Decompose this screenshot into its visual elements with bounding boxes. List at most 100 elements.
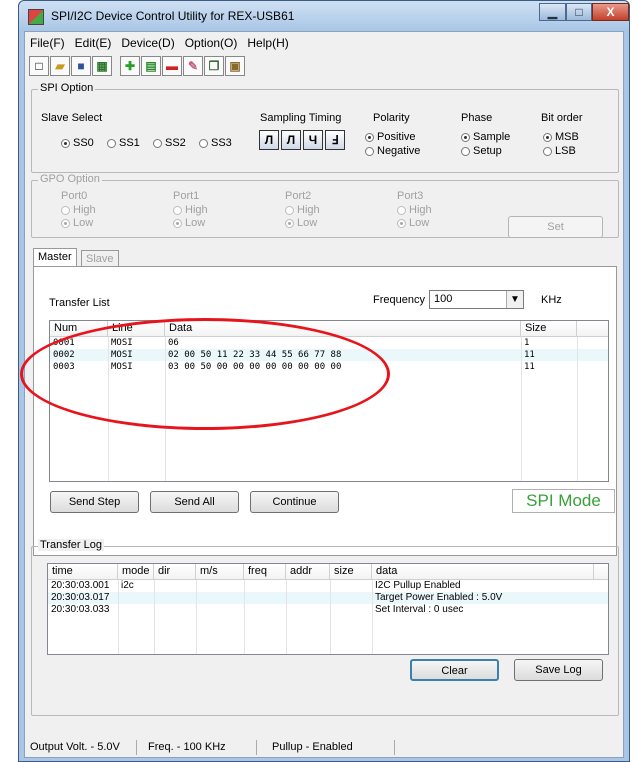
radio-ss1[interactable] bbox=[107, 139, 116, 148]
radio-sample[interactable] bbox=[461, 133, 470, 142]
paste-icon[interactable]: ▣ bbox=[225, 56, 245, 76]
remove-icon[interactable]: ▬ bbox=[162, 56, 182, 76]
close-button[interactable]: X bbox=[592, 3, 629, 21]
ss3-label: SS3 bbox=[211, 137, 232, 149]
log-col-empty bbox=[594, 564, 608, 580]
positive-label: Positive bbox=[377, 131, 416, 143]
radio-ss3[interactable] bbox=[199, 139, 208, 148]
port3-label: Port3 bbox=[397, 190, 424, 202]
transfer-log-list[interactable]: time mode dir m/s freq addr size data 20… bbox=[47, 563, 609, 655]
port0-low-label: Low bbox=[73, 217, 94, 229]
polarity-label: Polarity bbox=[373, 112, 410, 124]
sampling-fall-button[interactable]: Ч bbox=[303, 130, 323, 150]
cell-num: 0001 bbox=[53, 338, 75, 348]
radio-port0-low[interactable] bbox=[61, 219, 70, 228]
sample-label: Sample bbox=[473, 131, 511, 143]
radio-port2-low[interactable] bbox=[285, 219, 294, 228]
log-col-data[interactable]: data bbox=[372, 564, 594, 580]
radio-port2-high[interactable] bbox=[285, 206, 294, 215]
msb-label: MSB bbox=[555, 131, 579, 143]
log-row[interactable]: 20:30:03.001 i2c I2C Pullup Enabled bbox=[48, 580, 608, 592]
col-line[interactable]: Line bbox=[108, 321, 165, 337]
radio-ss2[interactable] bbox=[153, 139, 162, 148]
radio-port3-low[interactable] bbox=[397, 219, 406, 228]
port0-high-label: High bbox=[73, 204, 96, 216]
slave-select-label: Slave Select bbox=[41, 112, 103, 124]
transfer-list-label: Transfer List bbox=[49, 297, 110, 309]
cell-size: 11 bbox=[524, 350, 535, 360]
log-col-freq[interactable]: freq bbox=[244, 564, 286, 580]
radio-positive[interactable] bbox=[365, 133, 374, 142]
table-row[interactable]: 0001 MOSI 06 1 bbox=[50, 337, 608, 349]
save-log-button[interactable]: Save Log bbox=[514, 659, 603, 681]
log-row[interactable]: 20:30:03.017 Target Power Enabled : 5.0V bbox=[48, 592, 608, 604]
window-title: SPI/I2C Device Control Utility for REX-U… bbox=[51, 9, 295, 23]
spi-mode-indicator: SPI Mode bbox=[512, 489, 615, 513]
radio-ss0[interactable] bbox=[61, 139, 70, 148]
menu-option[interactable]: Option(O) bbox=[180, 34, 243, 52]
tab-master[interactable]: Master bbox=[33, 248, 77, 266]
radio-lsb[interactable] bbox=[543, 147, 552, 156]
client-area: File(F) Edit(E) Device(D) Option(O) Help… bbox=[24, 31, 624, 758]
sampling-fall2-button[interactable]: Ⅎ bbox=[325, 130, 345, 150]
grid-icon[interactable]: ▤ bbox=[141, 56, 161, 76]
table-row[interactable]: 0003 MOSI 03 00 50 00 00 00 00 00 00 00 … bbox=[50, 361, 608, 373]
cell-size: 11 bbox=[524, 362, 535, 372]
title-bar[interactable]: SPI/I2C Device Control Utility for REX-U… bbox=[19, 1, 629, 31]
sampling-rise2-button[interactable]: Л bbox=[281, 130, 301, 150]
bit-order-label: Bit order bbox=[541, 112, 583, 124]
cell-size: 1 bbox=[524, 338, 530, 348]
menu-edit[interactable]: Edit(E) bbox=[70, 34, 117, 52]
tab-slave[interactable]: Slave bbox=[81, 250, 119, 266]
port3-high-label: High bbox=[409, 204, 432, 216]
log-col-dir[interactable]: dir bbox=[154, 564, 196, 580]
ss1-label: SS1 bbox=[119, 137, 140, 149]
radio-negative[interactable] bbox=[365, 147, 374, 156]
send-step-button[interactable]: Send Step bbox=[50, 491, 139, 513]
new-file-icon[interactable]: □ bbox=[29, 56, 49, 76]
log-time: 20:30:03.001 bbox=[51, 580, 110, 591]
maximize-button[interactable]: □ bbox=[566, 3, 592, 21]
save-icon[interactable]: ■ bbox=[71, 56, 91, 76]
col-size[interactable]: Size bbox=[521, 321, 577, 337]
radio-msb[interactable] bbox=[543, 133, 552, 142]
chevron-down-icon[interactable]: ▼ bbox=[506, 291, 523, 308]
clear-button[interactable]: Clear bbox=[410, 659, 499, 681]
col-num[interactable]: Num bbox=[50, 321, 108, 337]
frequency-select[interactable]: 100 ▼ bbox=[429, 290, 524, 309]
log-col-ms[interactable]: m/s bbox=[196, 564, 244, 580]
open-folder-icon[interactable]: ▰ bbox=[50, 56, 70, 76]
cell-num: 0002 bbox=[53, 350, 75, 360]
port2-high-label: High bbox=[297, 204, 320, 216]
log-col-time[interactable]: time bbox=[48, 564, 118, 580]
log-col-size[interactable]: size bbox=[330, 564, 372, 580]
eraser-icon[interactable]: ✎ bbox=[183, 56, 203, 76]
log-row[interactable]: 20:30:03.033 Set Interval : 0 usec bbox=[48, 604, 608, 616]
menu-file[interactable]: File(F) bbox=[25, 34, 70, 52]
send-all-button[interactable]: Send All bbox=[150, 491, 239, 513]
radio-port3-high[interactable] bbox=[397, 206, 406, 215]
radio-port0-high[interactable] bbox=[61, 206, 70, 215]
menu-help[interactable]: Help(H) bbox=[242, 34, 293, 52]
col-data[interactable]: Data bbox=[165, 321, 521, 337]
sampling-timing-label: Sampling Timing bbox=[260, 112, 342, 124]
log-col-mode[interactable]: mode bbox=[118, 564, 154, 580]
port2-low-label: Low bbox=[297, 217, 318, 229]
radio-port1-low[interactable] bbox=[173, 219, 182, 228]
sampling-rise-button[interactable]: Л bbox=[259, 130, 279, 150]
set-button[interactable]: Set bbox=[508, 216, 603, 238]
radio-port1-high[interactable] bbox=[173, 206, 182, 215]
log-time: 20:30:03.033 bbox=[51, 604, 110, 615]
copy-icon[interactable]: ❐ bbox=[204, 56, 224, 76]
add-icon[interactable]: ✚ bbox=[120, 56, 140, 76]
device-icon[interactable]: ▦ bbox=[92, 56, 112, 76]
transfer-log-title: Transfer Log bbox=[38, 539, 104, 551]
log-col-addr[interactable]: addr bbox=[286, 564, 330, 580]
menu-device[interactable]: Device(D) bbox=[116, 34, 179, 52]
minimize-button[interactable]: ▁ bbox=[539, 3, 566, 21]
frequency-label: Frequency bbox=[373, 294, 425, 306]
continue-button[interactable]: Continue bbox=[250, 491, 339, 513]
radio-setup[interactable] bbox=[461, 147, 470, 156]
table-row[interactable]: 0002 MOSI 02 00 50 11 22 33 44 55 66 77 … bbox=[50, 349, 608, 361]
transfer-list[interactable]: Num Line Data Size 0001 MOSI 06 1 0002 M… bbox=[49, 320, 609, 482]
